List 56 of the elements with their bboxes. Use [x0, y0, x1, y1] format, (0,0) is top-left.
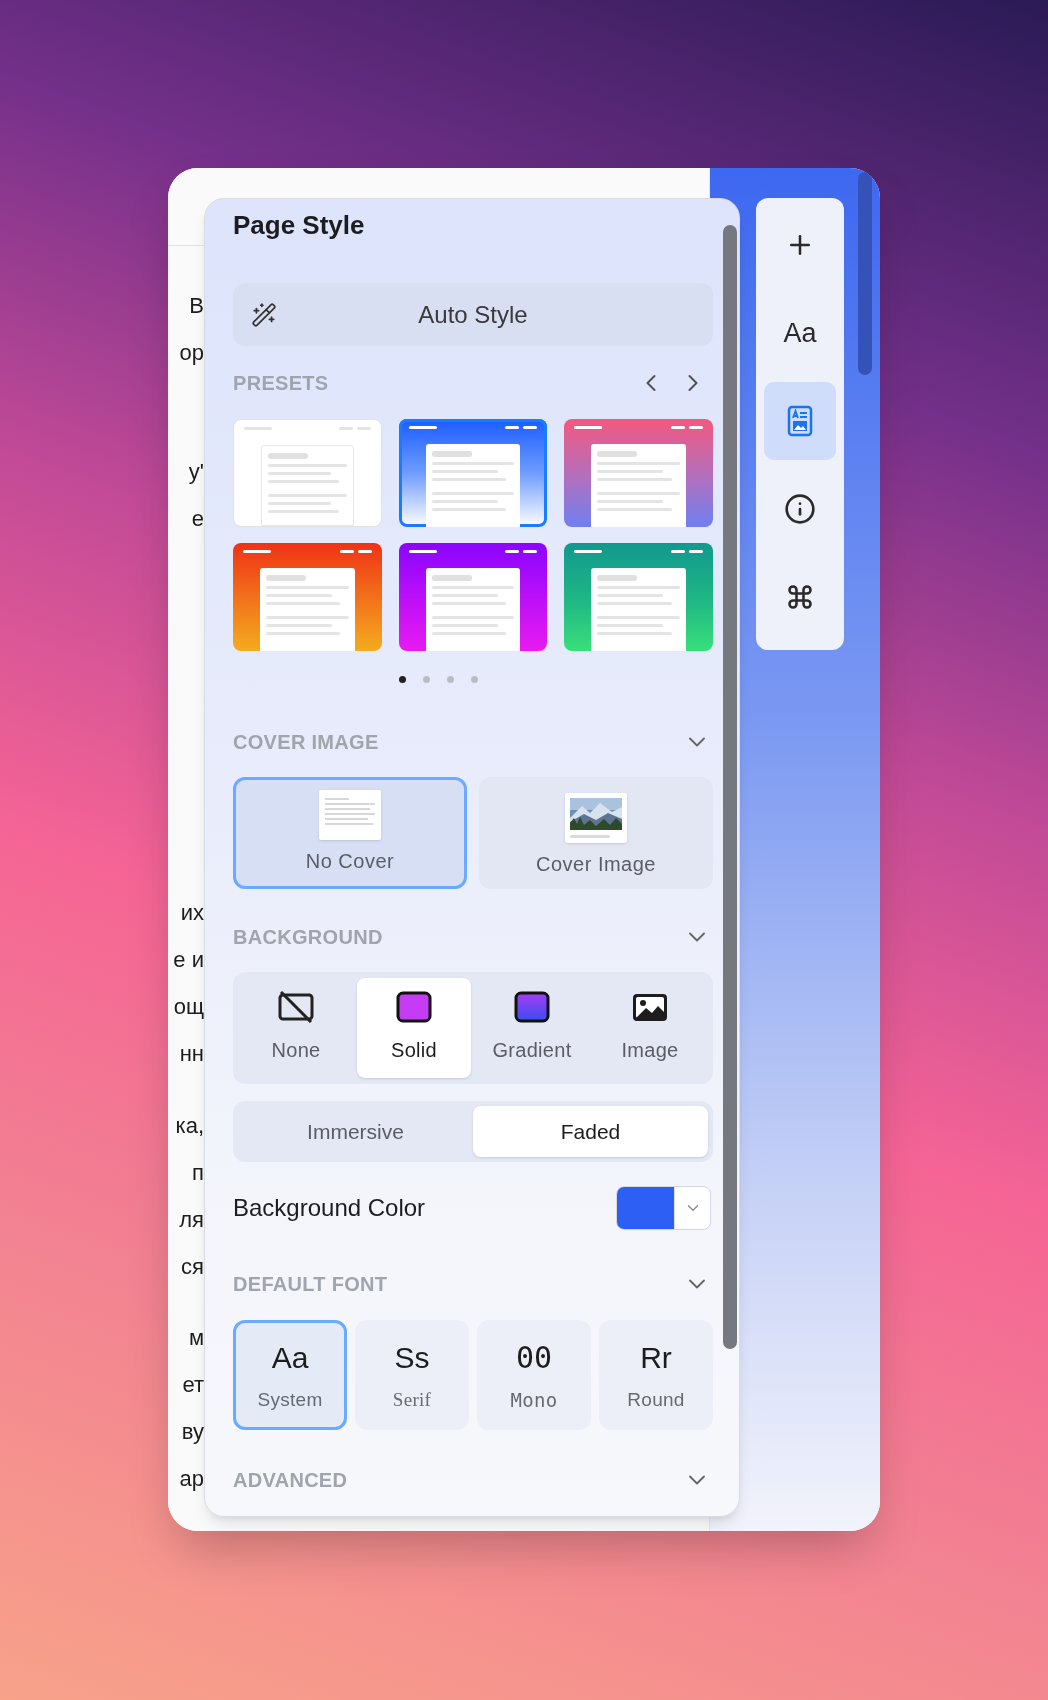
preset-thumbnail[interactable]: [398, 543, 548, 651]
toolbar-button[interactable]: Aa: [764, 294, 836, 372]
preset-thumbnail[interactable]: [398, 419, 548, 527]
section-heading: ADVANCED: [233, 1468, 348, 1493]
preset-thumbnail[interactable]: [564, 543, 713, 651]
document-icon: [787, 405, 813, 437]
swatch-icon: [396, 991, 432, 1023]
preset-thumbnail[interactable]: [564, 419, 713, 527]
panel-title: Page Style: [233, 209, 366, 241]
document-text: их: [180, 899, 204, 927]
document-text: п: [192, 1159, 204, 1187]
section-heading: DEFAULT FONT: [233, 1272, 388, 1297]
blank-page-icon: [319, 790, 381, 840]
document-text: ся: [181, 1253, 204, 1281]
document-text: ля: [179, 1206, 204, 1234]
background-type-option[interactable]: Image: [593, 978, 707, 1078]
font-option[interactable]: Aa System: [233, 1320, 347, 1430]
preset-thumbnail[interactable]: [233, 543, 382, 651]
option-label: No Cover: [305, 849, 395, 874]
section-heading: BACKGROUND: [233, 925, 383, 950]
font-option[interactable]: 00 Mono: [477, 1320, 591, 1430]
document-text: ет: [182, 1371, 204, 1399]
section-heading: COVER IMAGE: [233, 730, 379, 755]
cover-option[interactable]: Cover Image: [479, 777, 713, 889]
document-text: ор: [179, 339, 204, 367]
background-color-label: Background Color: [233, 1193, 426, 1223]
document-text: ощ: [173, 993, 204, 1021]
document-text: нн: [179, 1040, 204, 1068]
image-icon: [632, 991, 668, 1023]
document-text: В: [189, 292, 204, 320]
document-text: y': [188, 458, 204, 486]
mode-tab[interactable]: Faded: [473, 1106, 708, 1157]
mode-tab[interactable]: Immersive: [238, 1106, 473, 1157]
crossed-square-icon: [278, 991, 314, 1023]
background-type-option[interactable]: Gradient: [475, 978, 589, 1078]
cover-option[interactable]: No Cover: [233, 777, 467, 889]
color-picker[interactable]: [616, 1186, 711, 1230]
document-text: ву: [181, 1418, 204, 1446]
gradient-swatch-icon: [514, 991, 550, 1023]
document-text: ка,: [175, 1112, 204, 1140]
auto-style-button[interactable]: Auto Style: [233, 283, 713, 346]
option-label: Cover Image: [536, 852, 656, 877]
document-text: e: [191, 505, 204, 533]
background-type-option[interactable]: Solid: [357, 978, 471, 1078]
background-type-option[interactable]: None: [239, 978, 353, 1078]
font-option[interactable]: Ss Serif: [355, 1320, 469, 1430]
document-text: ар: [179, 1465, 204, 1493]
panel-scrollbar[interactable]: [723, 225, 737, 1349]
magic-wand-icon: [251, 301, 277, 328]
preset-thumbnail[interactable]: [233, 419, 382, 527]
command-icon: [786, 583, 814, 611]
section-heading: PRESETS: [233, 371, 329, 396]
document-text: е и: [173, 946, 204, 974]
info-icon: [784, 493, 816, 525]
font-option[interactable]: Rr Round: [599, 1320, 713, 1430]
document-text: м: [188, 1324, 204, 1352]
